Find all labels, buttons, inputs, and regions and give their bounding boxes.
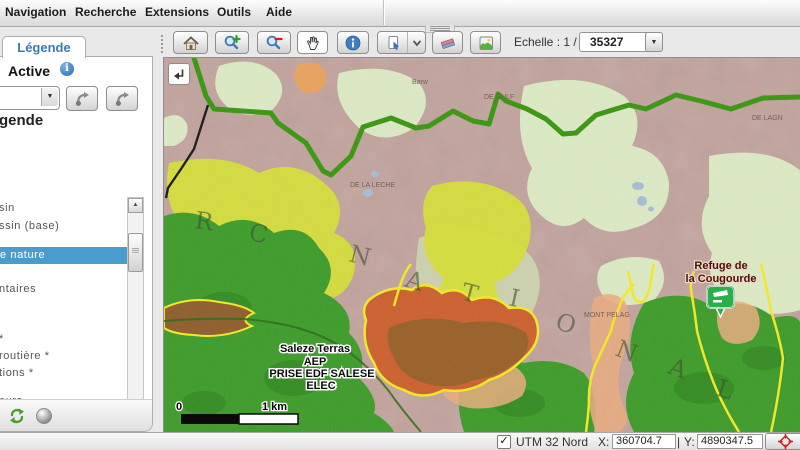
info-icon bbox=[344, 34, 362, 52]
legend-footer bbox=[0, 399, 152, 432]
identify-button[interactable] bbox=[337, 31, 369, 54]
toolbar-grip[interactable] bbox=[161, 33, 165, 53]
svg-text:AEP: AEP bbox=[304, 356, 327, 368]
scale-input[interactable]: 35327 bbox=[579, 32, 651, 52]
svg-text:la Cougourde: la Cougourde bbox=[686, 273, 757, 285]
scroll-up-icon[interactable]: ▲ bbox=[128, 198, 143, 213]
scale-dropdown-button[interactable]: ▼ bbox=[645, 32, 663, 52]
pan-button[interactable] bbox=[297, 31, 328, 54]
legend-item[interactable]: sin bbox=[0, 202, 15, 214]
legend-item-label: e nature bbox=[0, 249, 45, 261]
menu-bar: Navigation Recherche Extensions Outils A… bbox=[0, 0, 800, 27]
chevron-down-icon[interactable]: ▼ bbox=[41, 88, 58, 106]
select-button[interactable] bbox=[377, 31, 426, 54]
svg-text:PRISE EDF SALESE: PRISE EDF SALESE bbox=[269, 368, 374, 380]
application-window: Navigation Recherche Extensions Outils A… bbox=[0, 0, 800, 450]
scale-label: Echelle : 1 / bbox=[514, 31, 577, 54]
legend-item[interactable]: * bbox=[0, 333, 4, 345]
legend-heading: gende bbox=[0, 112, 43, 129]
curved-arrow-icon bbox=[74, 90, 91, 107]
map-export-button[interactable] bbox=[470, 31, 501, 54]
svg-text:Saleze Terras: Saleze Terras bbox=[280, 343, 350, 355]
zoom-in-button[interactable] bbox=[215, 31, 249, 54]
svg-text:DE GULF: DE GULF bbox=[484, 94, 514, 101]
tab-legende[interactable]: Légende bbox=[2, 36, 86, 58]
legend-item[interactable]: tions * bbox=[0, 367, 34, 379]
coord-separator: | bbox=[677, 435, 680, 449]
legend-item-selected[interactable]: e nature bbox=[0, 247, 127, 264]
zoom-out-button[interactable] bbox=[257, 31, 291, 54]
menu-aide[interactable]: Aide bbox=[253, 0, 305, 25]
status-bar: ✓ UTM 32 Nord X: 360704.7 | Y: 4890347.5 bbox=[0, 432, 800, 450]
y-label: Y: bbox=[684, 435, 695, 449]
svg-text:ELEC: ELEC bbox=[306, 380, 335, 392]
scrollbar-thumb[interactable] bbox=[128, 233, 143, 272]
svg-text:Barw: Barw bbox=[412, 79, 429, 86]
eraser-button[interactable] bbox=[432, 31, 463, 54]
home-button[interactable] bbox=[173, 31, 208, 54]
svg-text:Refuge de: Refuge de bbox=[694, 260, 747, 272]
svg-text:0: 0 bbox=[176, 401, 182, 413]
zoom-out-icon bbox=[265, 34, 283, 52]
globe-sphere-icon[interactable] bbox=[36, 408, 52, 424]
svg-text:DE LA LECHE: DE LA LECHE bbox=[350, 182, 395, 189]
refresh-icon[interactable] bbox=[8, 407, 26, 425]
legend-panel: Active i ▼ gende sin ssin (base) e natur… bbox=[0, 56, 153, 432]
crosshair-icon bbox=[778, 434, 793, 449]
corner-arrow-icon bbox=[172, 67, 186, 81]
map-image-icon bbox=[477, 34, 495, 52]
refuge-label: Refuge de la Cougourde bbox=[686, 260, 757, 285]
projection-checkbox[interactable]: ✓ bbox=[497, 435, 511, 449]
eraser-icon bbox=[439, 34, 457, 52]
chevron-down-icon[interactable] bbox=[410, 36, 424, 50]
x-coordinate-field[interactable]: 360704.7 bbox=[612, 434, 676, 449]
legend-item[interactable]: routière * bbox=[0, 350, 50, 362]
svg-text:MONT PELAG: MONT PELAG bbox=[584, 312, 630, 319]
legend-scrollbar[interactable]: ▲ ▼ bbox=[127, 197, 144, 432]
layer-action-button-1[interactable] bbox=[66, 86, 98, 111]
zoom-in-icon bbox=[223, 34, 241, 52]
layer-select[interactable]: ▼ bbox=[0, 86, 60, 110]
y-coordinate-field[interactable]: 4890347.5 bbox=[697, 434, 763, 449]
map-collapse-button[interactable] bbox=[168, 63, 190, 85]
hand-pan-icon bbox=[304, 34, 322, 52]
map-canvas: R C N A T I O N A L Barw DE GULF DE LA L… bbox=[164, 58, 800, 432]
legend-item[interactable]: ntaires bbox=[0, 283, 36, 295]
active-layer-label: Active bbox=[8, 63, 50, 79]
curved-arrow-icon bbox=[114, 90, 131, 107]
locate-button[interactable] bbox=[765, 433, 800, 450]
select-page-icon bbox=[385, 34, 403, 52]
layer-action-button-2[interactable] bbox=[106, 86, 138, 111]
legend-item[interactable]: ssin (base) bbox=[0, 220, 59, 232]
x-label: X: bbox=[598, 435, 609, 449]
svg-text:DE LAGN: DE LAGN bbox=[752, 115, 783, 122]
svg-text:1 km: 1 km bbox=[262, 401, 287, 413]
menu-separator bbox=[383, 0, 385, 25]
home-icon bbox=[182, 34, 200, 52]
info-icon[interactable]: i bbox=[60, 62, 74, 76]
projection-label: UTM 32 Nord bbox=[516, 435, 588, 449]
map-viewport[interactable]: R C N A T I O N A L Barw DE GULF DE LA L… bbox=[163, 57, 800, 432]
